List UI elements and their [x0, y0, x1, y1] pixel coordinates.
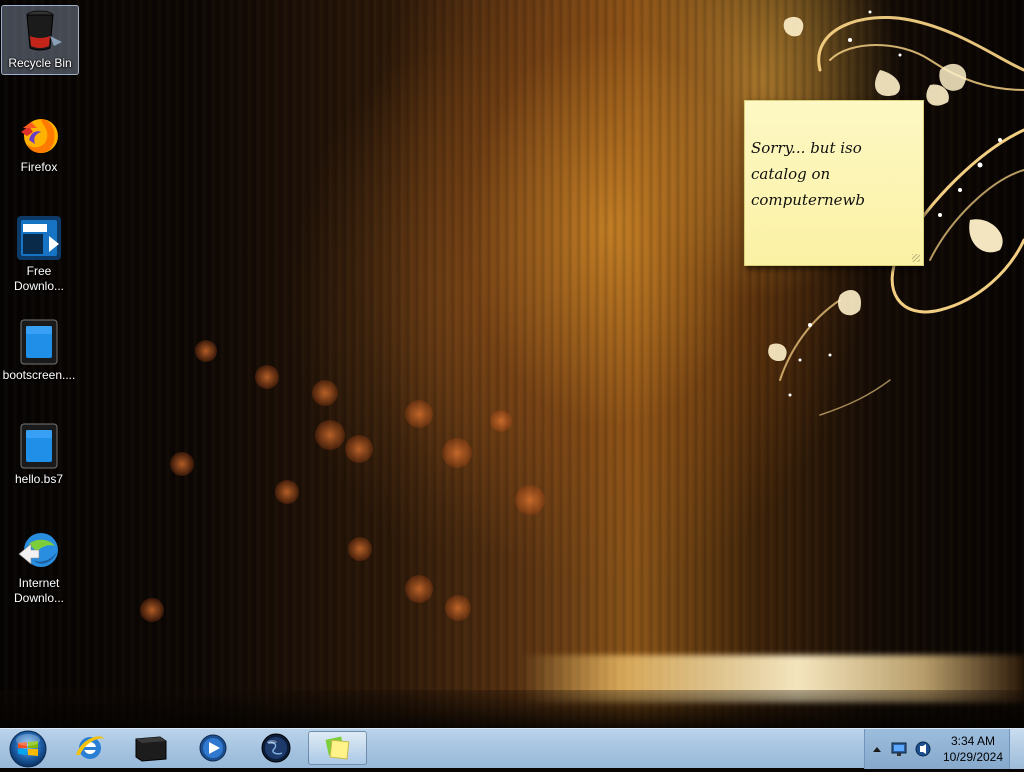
- desktop-icon-label: bootscreen....: [2, 368, 76, 382]
- bokeh-light: [170, 452, 194, 476]
- sticky-note-line: Sorry... but iso: [751, 139, 862, 157]
- bokeh-light: [195, 340, 217, 362]
- windows-logo-icon: [9, 730, 47, 768]
- firefox-icon: [15, 110, 63, 158]
- bokeh-light: [490, 410, 512, 432]
- bokeh-light: [405, 400, 433, 428]
- bokeh-light: [405, 575, 433, 603]
- bokeh-light: [348, 537, 372, 561]
- volume-icon[interactable]: [913, 739, 933, 759]
- sticky-note-line: computernewb: [751, 191, 865, 209]
- terminal-icon: [135, 736, 167, 762]
- desktop-icon-firefox[interactable]: Firefox: [1, 110, 77, 175]
- sticky-note-line: catalog on: [751, 165, 831, 183]
- internet-explorer-icon: [76, 736, 104, 759]
- desktop-icon-label: Recycle Bin: [8, 56, 72, 70]
- desktop-icon-internet-download-manager[interactable]: Internet Downlo...: [1, 526, 77, 606]
- globe-icon: [261, 733, 291, 763]
- system-tray: 3:34 AM 10/29/2024: [864, 729, 1010, 769]
- bokeh-light: [445, 595, 471, 621]
- taskbar-clock[interactable]: 3:34 AM 10/29/2024: [937, 733, 1009, 765]
- sticky-note-text[interactable]: Sorry... but iso catalog on computernewb: [751, 135, 916, 213]
- bokeh-light: [442, 438, 472, 468]
- document-file-icon: [15, 422, 63, 470]
- start-button[interactable]: [3, 730, 53, 768]
- wallpaper-floor-shade: [0, 690, 1024, 728]
- internet-download-manager-icon: [15, 526, 63, 574]
- sticky-note[interactable]: Sorry... but iso catalog on computernewb: [744, 100, 924, 266]
- media-player-icon: [199, 734, 227, 762]
- taskbar-globe[interactable]: [248, 731, 304, 765]
- show-hidden-icons-arrow[interactable]: [872, 745, 882, 753]
- sticky-notes-icon: [325, 736, 350, 760]
- free-download-manager-icon: [15, 214, 63, 262]
- taskbar: 3:34 AM 10/29/2024: [0, 728, 1024, 769]
- desktop-icon-recycle-bin[interactable]: Recycle Bin: [1, 5, 79, 75]
- desktop-icon-hello-bs7[interactable]: hello.bs7: [1, 422, 77, 487]
- document-file-icon: [15, 318, 63, 366]
- resize-grip-icon[interactable]: [912, 254, 920, 262]
- desktop-icon-label: Firefox: [20, 160, 58, 174]
- clock-time: 3:34 AM: [950, 734, 996, 748]
- clock-date: 10/29/2024: [942, 750, 1004, 764]
- bokeh-light: [345, 435, 373, 463]
- taskbar-sticky-notes[interactable]: [308, 731, 367, 765]
- taskbar-command-prompt[interactable]: [122, 731, 178, 765]
- bokeh-light: [312, 380, 338, 406]
- desktop-icon-free-download-manager[interactable]: Free Downlo...: [1, 214, 77, 294]
- desktop-icon-label: Internet Downlo...: [13, 576, 65, 605]
- desktop-icon-bootscreen[interactable]: bootscreen....: [1, 318, 77, 383]
- bokeh-light: [140, 598, 164, 622]
- show-desktop-button[interactable]: [1009, 729, 1024, 769]
- bokeh-light: [255, 365, 279, 389]
- desktop-icon-label: Free Downlo...: [13, 264, 65, 293]
- taskbar-media-player[interactable]: [185, 731, 241, 765]
- bokeh-light: [275, 480, 299, 504]
- desktop-icon-label: hello.bs7: [14, 472, 64, 486]
- bokeh-light: [515, 485, 545, 515]
- bokeh-light: [315, 420, 345, 450]
- recycle-bin-icon: [16, 6, 64, 54]
- taskbar-internet-explorer[interactable]: [62, 731, 118, 765]
- network-icon[interactable]: [889, 739, 909, 759]
